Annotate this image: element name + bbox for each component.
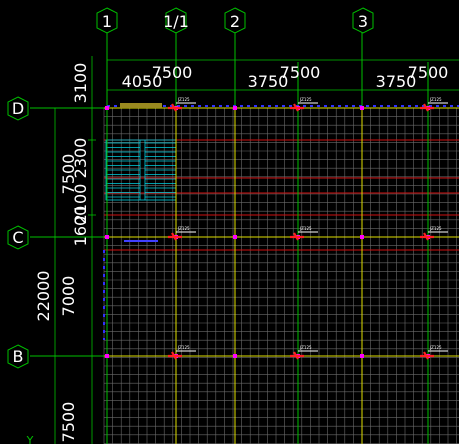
column-tag: JZ125	[299, 226, 312, 231]
column-point	[233, 235, 237, 239]
column-point	[233, 354, 237, 358]
dim-left-offset: 3100	[71, 63, 90, 104]
axis-label-2: 2	[230, 12, 240, 31]
axis-label-3: 3	[358, 12, 368, 31]
axis-bubble-D: D	[7, 96, 29, 121]
canvas-background	[0, 0, 459, 444]
dim-top-sub-3: 3750	[376, 72, 417, 91]
dim-left-total: 22000	[34, 271, 53, 322]
column-tag: JZ125	[429, 226, 442, 231]
column-point	[360, 106, 364, 110]
dim-left-span-b: 7500	[59, 402, 78, 443]
column-tag: JZ125	[299, 345, 312, 350]
column-tag: JZ125	[429, 97, 442, 102]
column-tag: JZ125	[299, 97, 312, 102]
axis-label-D: D	[12, 99, 24, 118]
column-point	[105, 235, 109, 239]
dim-left-span-cb: 7000	[59, 276, 78, 317]
dim-top-sub-1: 4050	[122, 72, 163, 91]
dim-left-stack-3: 1600	[71, 206, 90, 247]
axis-label-1-1: 1/1	[163, 12, 189, 31]
axis-bubble-1-1: 1/1	[163, 7, 189, 34]
column-point	[105, 354, 109, 358]
column-tag: JZ125	[177, 345, 190, 350]
column-tag: JZ125	[177, 97, 190, 102]
column-point	[360, 235, 364, 239]
axis-bubble-C: C	[7, 225, 29, 250]
axis-bubble-B: B	[7, 344, 29, 369]
ucs-icon: Y	[26, 434, 34, 444]
axis-bubble-2: 2	[224, 7, 246, 34]
axis-bubble-3: 3	[352, 7, 374, 34]
column-tag: JZ125	[177, 226, 190, 231]
axis-label-B: B	[13, 347, 24, 366]
dim-left-stack-1: 2300	[71, 138, 90, 179]
column-point	[233, 106, 237, 110]
dim-top-sub-2: 3750	[248, 72, 289, 91]
axis-label-C: C	[12, 228, 23, 247]
ucs-y-label: Y	[26, 434, 34, 444]
column-point	[105, 106, 109, 110]
axis-bubble-1: 1	[96, 7, 118, 34]
cad-drawing-canvas[interactable]: JZ125 JZ125 JZ125 JZ125 JZ125 JZ125 JZ125 JZ125…	[0, 0, 459, 444]
column-tag: JZ125	[429, 345, 442, 350]
column-point	[360, 354, 364, 358]
axis-label-1: 1	[102, 12, 112, 31]
